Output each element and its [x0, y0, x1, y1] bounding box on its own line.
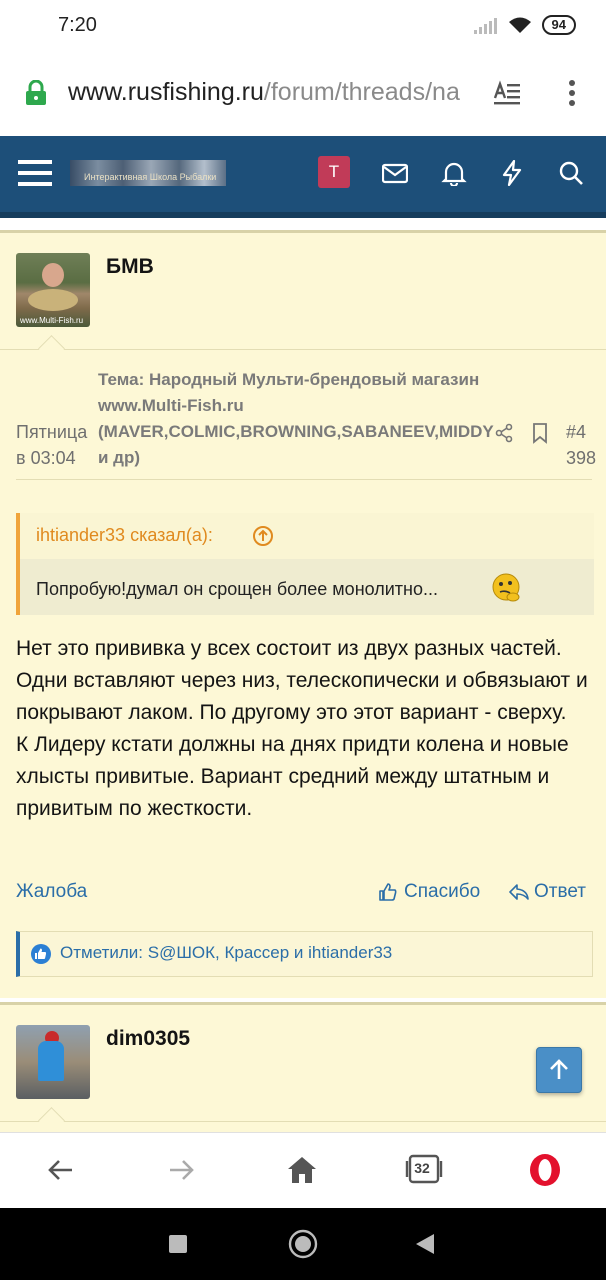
status-time: 7:20: [58, 14, 97, 36]
thread-title-link[interactable]: Тема: Народный Мульти-брендовый магазин …: [98, 367, 498, 471]
reply-arrow-icon: [509, 884, 529, 900]
post-date[interactable]: Пятница в 03:04: [16, 419, 87, 471]
lock-icon: [26, 80, 46, 105]
avatar[interactable]: [16, 1025, 90, 1099]
back-nav-icon[interactable]: [414, 1232, 436, 1256]
share-icon[interactable]: [494, 423, 514, 443]
system-navigation-bar: [0, 1208, 606, 1280]
url-field[interactable]: www.rusfishing.ru/forum/threads/na: [68, 78, 473, 107]
url-path: /forum/threads/na: [263, 78, 460, 106]
thumbs-up-icon: [379, 883, 397, 901]
status-icons: 94: [473, 15, 576, 35]
recents-icon[interactable]: [168, 1234, 188, 1254]
user-avatar[interactable]: T: [318, 156, 350, 188]
home-nav-icon[interactable]: [288, 1229, 318, 1259]
forward-icon[interactable]: [166, 1155, 196, 1185]
post-username[interactable]: БМВ: [106, 255, 154, 279]
thanks-label: Спасибо: [404, 881, 481, 902]
message-paragraph: Нет это прививка у всех состоит из двух …: [16, 637, 588, 724]
like-badge-icon: [31, 944, 51, 964]
reactions-text: Отметили: S@ШОК, Крассер и ihtiander33: [60, 943, 393, 962]
opera-icon[interactable]: [528, 1153, 562, 1187]
reply-label: Ответ: [534, 881, 586, 902]
quote-body: Попробую!думал он срощен более монолитно…: [20, 559, 594, 615]
forum-nav-bar: Интерактивная Школа Рыбалки T: [0, 136, 606, 218]
thread-content: www.Multi-Fish.ru БМВ Пятница в 03:04 Те…: [0, 218, 606, 1132]
logo-caption: Интерактивная Школа Рыбалки: [84, 172, 217, 182]
forum-post: www.Multi-Fish.ru БМВ Пятница в 03:04 Те…: [0, 230, 606, 998]
up-arrow-icon: [550, 1059, 568, 1079]
more-menu-icon[interactable]: [560, 78, 584, 108]
wifi-icon: [508, 17, 531, 33]
search-icon[interactable]: [558, 160, 584, 186]
hamburger-icon[interactable]: [18, 158, 52, 188]
thanks-button[interactable]: Спасибо: [378, 881, 480, 903]
browser-toolbar: 32: [0, 1132, 606, 1209]
post-message: Нет это прививка у всех состоит из двух …: [16, 633, 596, 825]
browser-address-bar: www.rusfishing.ru/forum/threads/na: [0, 52, 606, 137]
site-logo[interactable]: Интерактивная Школа Рыбалки: [70, 160, 226, 186]
report-link[interactable]: Жалоба: [16, 881, 87, 903]
bookmark-icon[interactable]: [531, 422, 549, 444]
tabs-count: 32: [414, 1160, 430, 1176]
forum-post: dim0305: [0, 1002, 606, 1132]
battery-indicator: 94: [541, 15, 576, 35]
avatar[interactable]: www.Multi-Fish.ru: [16, 253, 90, 327]
tabs-button[interactable]: 32: [405, 1153, 443, 1185]
quote-block: ihtiander33 сказал(а): Попробую!думал он…: [16, 513, 594, 615]
up-arrow-icon[interactable]: [252, 525, 274, 547]
home-icon[interactable]: [286, 1155, 318, 1185]
signal-icon: [473, 18, 497, 34]
quote-text: Попробую!думал он срощен более монолитно…: [36, 579, 439, 599]
post-number[interactable]: #4 398: [566, 419, 596, 471]
mail-icon[interactable]: [382, 160, 408, 186]
scroll-to-top-button[interactable]: [536, 1047, 582, 1093]
status-bar: 7:20 94: [0, 0, 606, 52]
thinking-emoji-icon: [492, 573, 520, 602]
message-paragraph: К Лидеру кстати должны на днях придти ко…: [16, 733, 569, 820]
reader-mode-icon[interactable]: [492, 78, 522, 106]
back-icon[interactable]: [46, 1155, 76, 1185]
post-username[interactable]: dim0305: [106, 1027, 190, 1051]
avatar-watermark: www.Multi-Fish.ru: [20, 316, 84, 325]
bell-icon[interactable]: [441, 160, 467, 186]
url-host: www.rusfishing.ru: [68, 78, 264, 106]
bolt-icon[interactable]: [500, 160, 524, 186]
reactions-bar[interactable]: Отметили: S@ШОК, Крассер и ihtiander33: [16, 931, 593, 977]
quote-author[interactable]: ihtiander33 сказал(а):: [36, 525, 213, 546]
reply-button[interactable]: Ответ: [508, 881, 586, 903]
